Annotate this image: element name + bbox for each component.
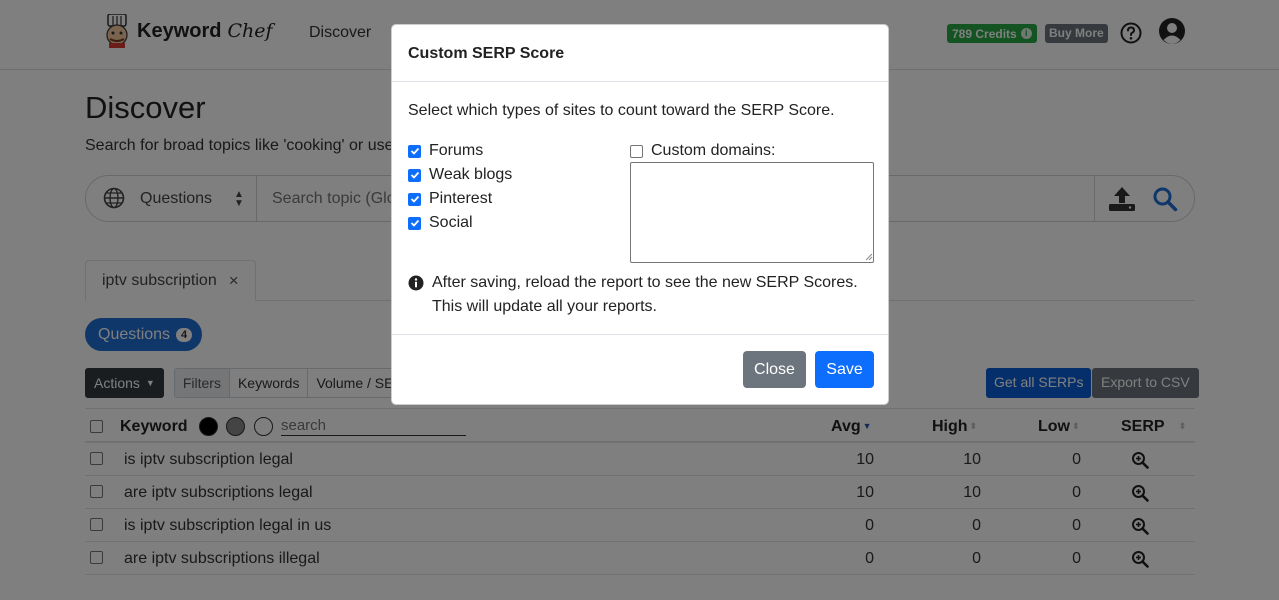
check-icon	[410, 219, 419, 227]
option-weak-blogs[interactable]: Weak blogs	[408, 166, 512, 184]
custom-serp-score-modal: Custom SERP Score Select which types of …	[391, 24, 889, 405]
modal-intro-text: Select which types of sites to count tow…	[408, 102, 835, 119]
check-icon	[410, 171, 419, 179]
forums-label: Forums	[429, 142, 484, 159]
pinterest-checkbox[interactable]	[408, 192, 421, 206]
weak-blogs-label: Weak blogs	[429, 166, 513, 183]
weak-blogs-checkbox[interactable]	[408, 168, 421, 182]
forums-checkbox[interactable]	[408, 144, 421, 158]
info-circle-icon	[408, 275, 424, 291]
note-text-line2: This will update all your reports.	[432, 298, 657, 315]
social-label: Social	[429, 214, 473, 231]
note-text-line1: After saving, reload the report to see t…	[432, 274, 858, 291]
custom-domains-textarea[interactable]	[630, 162, 874, 263]
social-checkbox[interactable]	[408, 216, 421, 230]
save-button[interactable]: Save	[815, 351, 874, 388]
custom-domains-label: Custom domains:	[651, 142, 776, 159]
check-icon	[410, 147, 419, 155]
option-pinterest[interactable]: Pinterest	[408, 190, 492, 208]
pinterest-label: Pinterest	[429, 190, 493, 207]
divider	[392, 81, 888, 82]
custom-domains-checkbox[interactable]	[630, 144, 643, 158]
resize-grip-icon[interactable]	[865, 253, 873, 261]
option-forums[interactable]: Forums	[408, 142, 483, 160]
option-custom-domains[interactable]: Custom domains:	[630, 142, 776, 160]
check-icon	[410, 195, 419, 203]
option-social[interactable]: Social	[408, 214, 473, 232]
close-button[interactable]: Close	[743, 351, 806, 388]
divider	[392, 334, 888, 335]
modal-title: Custom SERP Score	[408, 45, 565, 62]
